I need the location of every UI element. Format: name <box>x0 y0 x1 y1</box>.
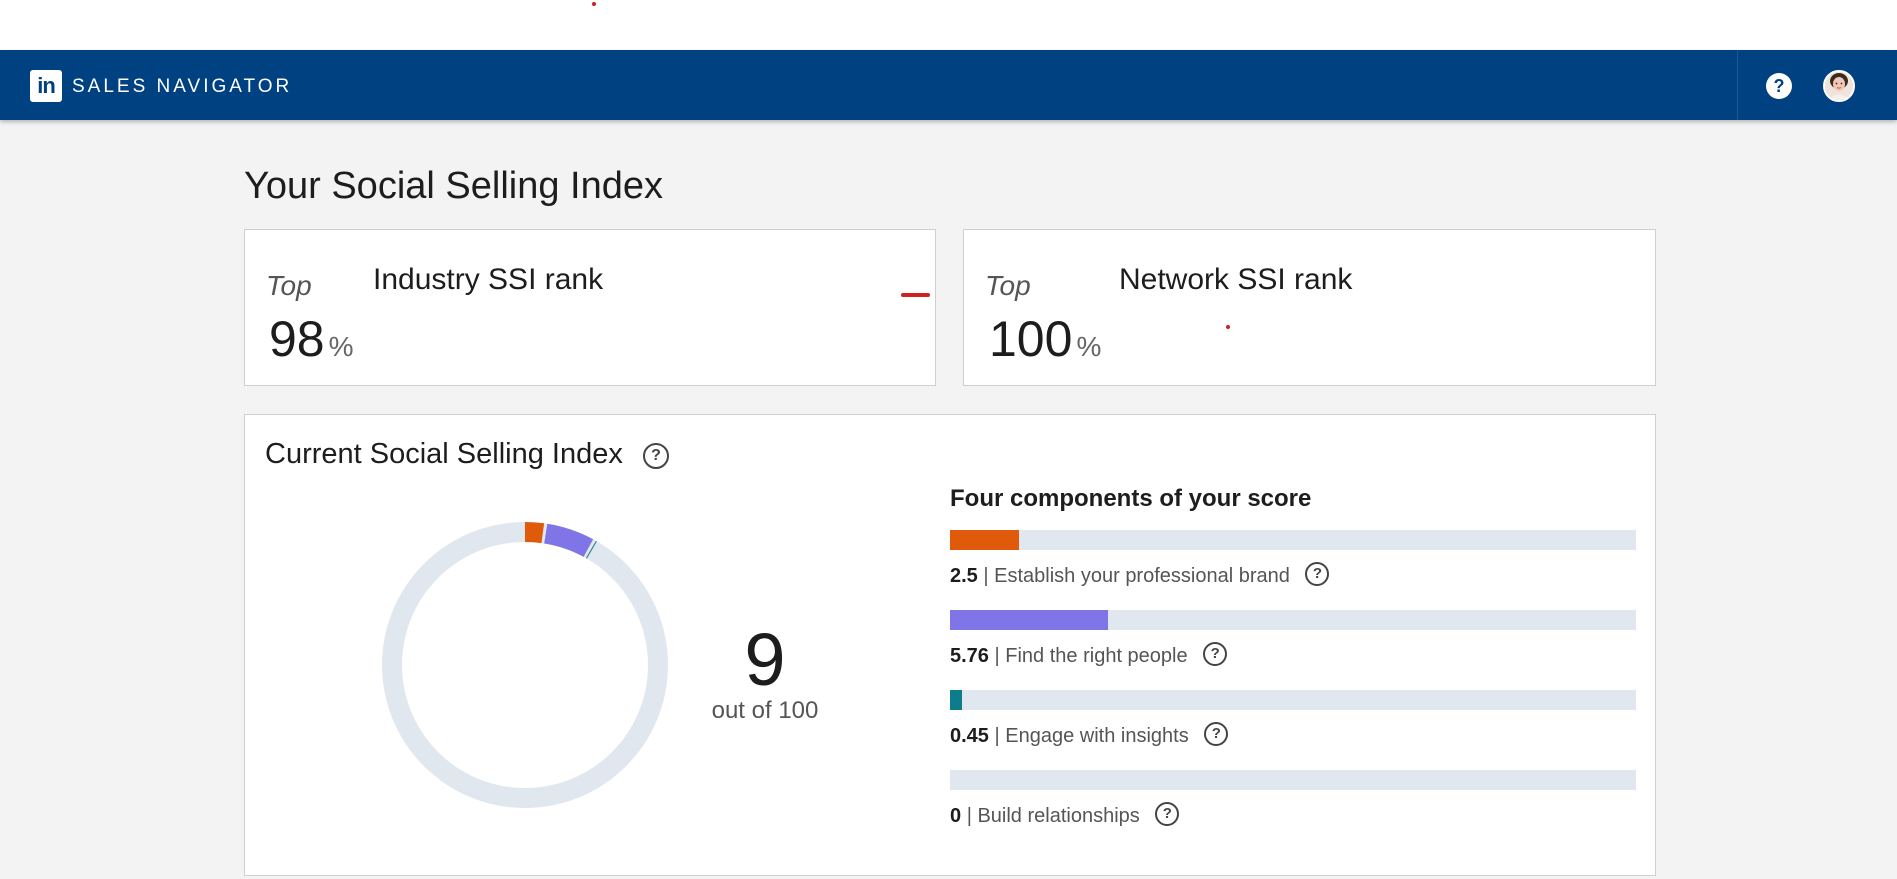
component-insights: 0.45 | Engage with insights ? <box>950 690 1636 749</box>
components-title: Four components of your score <box>950 485 1312 512</box>
component-brand: 2.5 | Establish your professional brand … <box>950 530 1636 589</box>
donut-track <box>382 522 668 808</box>
network-rank-unit: % <box>1076 331 1102 362</box>
user-avatar[interactable] <box>1823 70 1855 102</box>
annotation-dot <box>592 2 596 6</box>
component-progress-bar <box>950 610 1636 630</box>
top-navbar: in SALES NAVIGATOR ? <box>0 50 1897 120</box>
ssi-card: Current Social Selling Index ? 9 out of … <box>244 414 1656 876</box>
page-title: Your Social Selling Index <box>244 165 663 207</box>
component-help-icon[interactable]: ? <box>1204 721 1229 746</box>
industry-rank-unit: % <box>328 331 354 362</box>
component-value: 5.76 <box>950 645 989 667</box>
avatar-portrait-icon <box>1825 72 1853 100</box>
industry-rank-card: Top Industry SSI rank 98% <box>244 229 936 386</box>
linkedin-logo[interactable]: in <box>30 70 62 102</box>
component-name: Engage with insights <box>1005 725 1189 747</box>
network-rank-card: Top Network SSI rank 100% <box>963 229 1656 386</box>
brand-name[interactable]: SALES NAVIGATOR <box>72 76 292 98</box>
component-name: Establish your professional brand <box>994 565 1290 587</box>
industry-rank-number: 98 <box>269 311 325 367</box>
component-people: 5.76 | Find the right people ? <box>950 610 1636 669</box>
component-separator: | <box>983 565 989 587</box>
component-progress-bar <box>950 690 1636 710</box>
industry-rank-value: 98% <box>269 310 354 376</box>
annotation-dot <box>1226 325 1230 329</box>
component-name: Build relationships <box>977 805 1140 827</box>
ssi-help-icon[interactable]: ? <box>643 443 669 469</box>
component-progress-fill <box>950 530 1019 550</box>
component-help-icon[interactable]: ? <box>1155 801 1180 826</box>
network-rank-label: Network SSI rank <box>1119 263 1353 296</box>
ssi-title: Current Social Selling Index <box>265 438 623 470</box>
network-rank-number: 100 <box>989 311 1073 367</box>
component-relationships: 0 | Build relationships ? <box>950 770 1636 829</box>
nav-divider <box>1737 50 1738 120</box>
component-name: Find the right people <box>1005 645 1188 667</box>
industry-rank-label: Industry SSI rank <box>373 263 604 296</box>
network-rank-value: 100% <box>989 310 1101 376</box>
help-icon[interactable]: ? <box>1766 73 1792 99</box>
component-separator: | <box>994 725 1000 747</box>
component-help-icon[interactable]: ? <box>1305 561 1330 586</box>
component-help-icon[interactable]: ? <box>1203 641 1228 666</box>
component-value: 2.5 <box>950 565 978 587</box>
component-value: 0 <box>950 805 962 827</box>
network-rank-top-label: Top <box>985 270 1031 301</box>
component-value: 0.45 <box>950 725 989 747</box>
component-label: 5.76 | Find the right people ? <box>950 641 1636 669</box>
component-progress-fill <box>950 690 963 710</box>
component-separator: | <box>966 805 972 827</box>
component-progress-bar <box>950 530 1636 550</box>
industry-rank-top-label: Top <box>266 270 312 301</box>
component-progress-bar <box>950 770 1636 790</box>
ssi-donut-chart <box>382 522 668 808</box>
component-label: 2.5 | Establish your professional brand … <box>950 561 1636 589</box>
component-separator: | <box>994 645 1000 667</box>
ssi-score-subtitle: out of 100 <box>711 697 819 724</box>
annotation-mark <box>901 293 930 297</box>
browser-top-area <box>0 0 1897 50</box>
component-label: 0.45 | Engage with insights ? <box>950 721 1636 749</box>
component-label: 0 | Build relationships ? <box>950 801 1636 829</box>
component-progress-fill <box>950 610 1109 630</box>
ssi-score: 9 <box>744 618 786 701</box>
